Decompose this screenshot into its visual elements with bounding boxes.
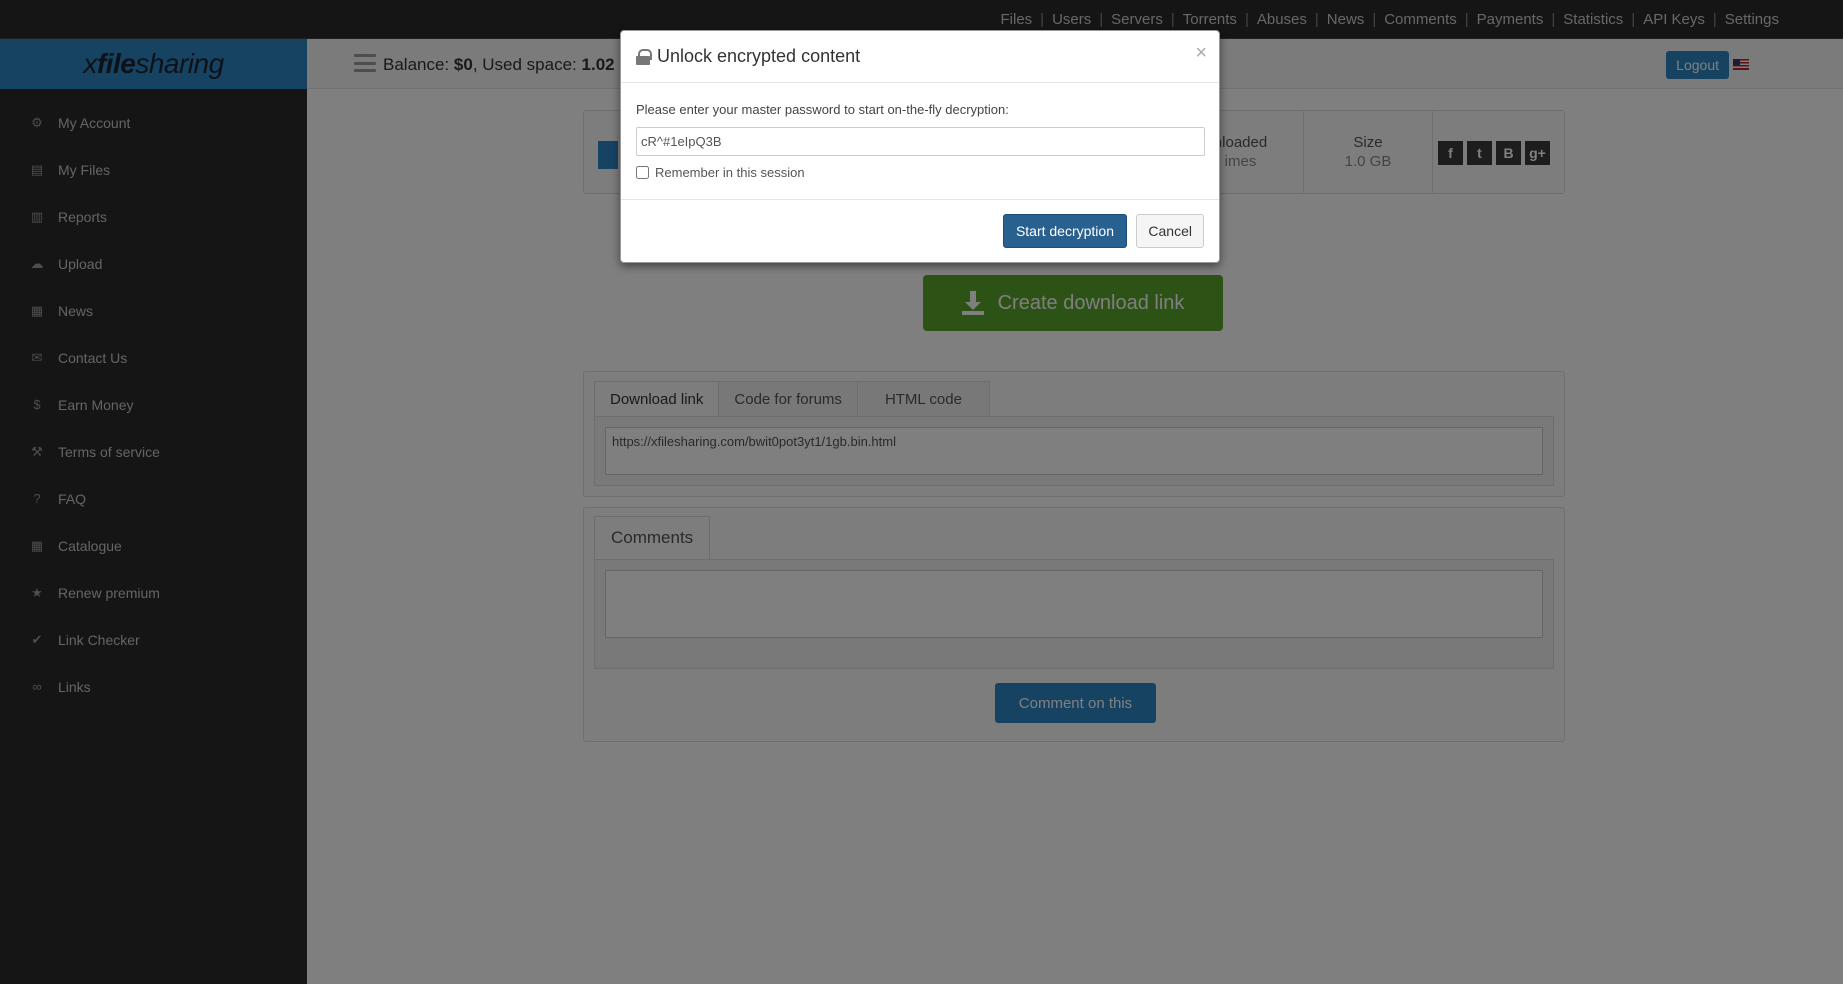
- remember-session[interactable]: Remember in this session: [636, 165, 805, 180]
- unlock-modal: Unlock encrypted content × Please enter …: [620, 30, 1220, 263]
- modal-title: Unlock encrypted content: [636, 46, 860, 67]
- start-decryption-button[interactable]: Start decryption: [1002, 214, 1127, 248]
- lock-icon: [636, 48, 652, 65]
- password-prompt: Please enter your master password to sta…: [636, 102, 1009, 117]
- cancel-button[interactable]: Cancel: [1136, 214, 1204, 248]
- remember-checkbox[interactable]: [636, 166, 649, 179]
- master-password-input[interactable]: [636, 127, 1205, 156]
- close-icon[interactable]: ×: [1195, 43, 1207, 63]
